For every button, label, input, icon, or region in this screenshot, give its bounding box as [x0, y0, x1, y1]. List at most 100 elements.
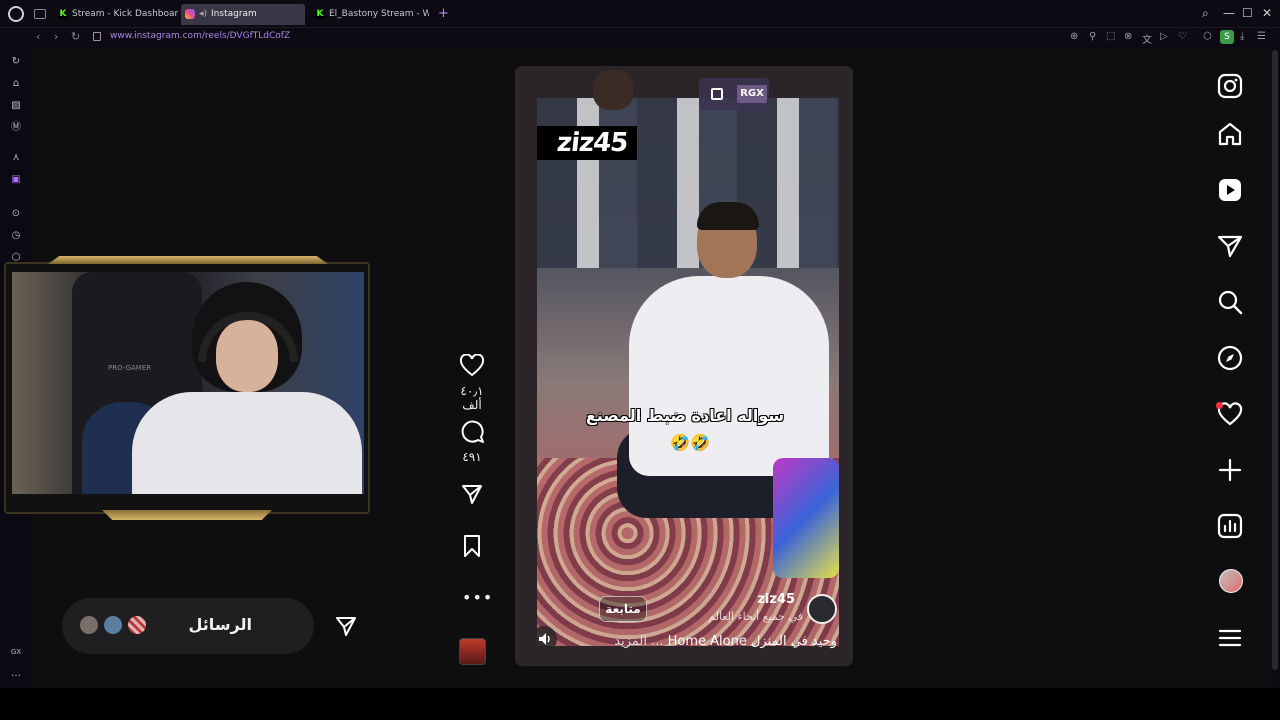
video-watermark: ziz45 — [555, 128, 629, 158]
extensions-icon[interactable]: ⬡ — [1203, 31, 1212, 42]
tab-title: Stream - Kick Dashboard — [72, 9, 178, 19]
webcam-feed: PRO-GAMER — [12, 272, 364, 494]
caption-text: وحيد في المنزل Home Alone — [667, 634, 837, 649]
avatar — [126, 614, 148, 636]
tab-title: El_Bastony Stream - Watc — [329, 9, 429, 19]
reels-icon[interactable] — [1216, 176, 1244, 204]
pin-icon[interactable]: ⚲ — [1089, 31, 1096, 42]
speaker-icon[interactable]: ◂) — [199, 4, 207, 25]
explore-compass-icon[interactable] — [1216, 344, 1244, 372]
more-sidebar-icon[interactable]: … — [10, 668, 22, 680]
tab-switcher-icon[interactable] — [34, 9, 46, 19]
gift-bag — [773, 458, 839, 578]
mute-button[interactable] — [531, 626, 557, 652]
owner-username[interactable]: ziz45 — [735, 592, 795, 607]
tab-kick-dashboard[interactable]: K Stream - Kick Dashboard — [54, 4, 178, 25]
reel-video-card[interactable]: ziz45 RGX سواله اعادة ضبط المصنع 🤣🤣 ziz4… — [515, 66, 853, 666]
webcam-frame-decoration — [102, 510, 272, 520]
create-plus-icon[interactable] — [1216, 456, 1244, 484]
direct-messages-icon[interactable] — [1216, 232, 1244, 260]
phone-icon — [711, 88, 723, 100]
player-sidebar-icon[interactable]: ⊙ — [10, 208, 22, 220]
page-scrollbar[interactable] — [1270, 48, 1280, 688]
man-body — [629, 276, 829, 476]
home-icon[interactable] — [1216, 120, 1244, 148]
instagram-logo-icon[interactable] — [1216, 72, 1244, 100]
streamer-body — [132, 392, 362, 494]
snapshot-icon[interactable]: ⬚ — [1106, 31, 1115, 42]
man-hair — [697, 202, 759, 230]
maximize-button[interactable]: ☐ — [1242, 6, 1253, 20]
gx-mods-icon[interactable]: GX — [10, 646, 22, 658]
bottom-strip — [0, 688, 1280, 720]
profile-avatar[interactable]: S — [1220, 30, 1234, 44]
gx-corner-icon[interactable]: ▨ — [10, 100, 22, 112]
browser-tab-bar: K Stream - Kick Dashboard ◂) Instagram K … — [0, 0, 1280, 28]
messages-label: الرسائل — [188, 615, 252, 634]
comment-icon — [461, 420, 484, 443]
avatar — [102, 614, 124, 636]
easy-setup-icon[interactable]: ☰ — [1257, 31, 1266, 42]
opera-gx-logo-icon[interactable] — [8, 6, 24, 22]
avatar — [78, 614, 100, 636]
heart-icon — [459, 353, 485, 377]
reel-caption[interactable]: وحيد في المنزل Home Alone ... المزيد — [555, 634, 837, 649]
zoom-icon[interactable]: ⊕ — [1070, 31, 1078, 42]
search-icon[interactable] — [1216, 288, 1244, 316]
share-button[interactable] — [452, 482, 492, 510]
menu-hamburger-icon[interactable] — [1216, 624, 1244, 652]
address-bar: ‹ › ↻ www.instagram.com/reels/DVGfTLdCof… — [0, 28, 1280, 48]
kick-icon: K — [315, 9, 325, 19]
instagram-icon — [185, 9, 195, 19]
gx-cleaner-icon[interactable]: ⌂ — [10, 78, 22, 90]
comment-button[interactable]: ٤٩١ — [452, 418, 492, 464]
aria-icon[interactable]: ⋏ — [10, 152, 22, 164]
like-count: ٤٠٫١ ألف — [460, 384, 484, 412]
bookmark-icon — [464, 535, 480, 557]
forward-button[interactable]: › — [54, 30, 58, 43]
close-window-button[interactable]: ✕ — [1262, 6, 1272, 20]
send-icon — [336, 617, 356, 636]
more-options-button[interactable]: ••• — [462, 588, 493, 607]
reload-button[interactable]: ↻ — [71, 30, 80, 43]
chair-logo: PRO-GAMER — [108, 364, 152, 372]
notification-dot — [1216, 402, 1223, 409]
follow-button[interactable]: متابعة — [599, 596, 647, 622]
new-tab-button[interactable]: + — [438, 6, 449, 21]
owner-avatar[interactable] — [807, 594, 837, 624]
scrollbar-thumb[interactable] — [1272, 50, 1278, 670]
back-button[interactable]: ‹ — [36, 30, 40, 43]
gx-control-icon[interactable]: ↻ — [10, 56, 22, 68]
audio-label[interactable]: في جميع أنحاء العالم — [655, 610, 803, 623]
minimize-button[interactable]: — — [1223, 6, 1235, 20]
video-caption-overlay: سواله اعادة ضبط المصنع — [585, 406, 785, 425]
send-icon — [462, 485, 482, 504]
download-icon[interactable]: ⤓ — [1240, 31, 1244, 42]
adblock-icon[interactable]: ⊗ — [1124, 31, 1132, 42]
messages-button[interactable]: الرسائل — [62, 598, 356, 654]
kick-icon: K — [58, 9, 68, 19]
tab-instagram[interactable]: ◂) Instagram — [181, 4, 305, 25]
search-tabs-icon[interactable]: ⌕ — [1202, 6, 1209, 21]
url-field[interactable]: www.instagram.com/reels/DVGfTLdCofZ — [110, 31, 290, 41]
save-button[interactable] — [452, 534, 492, 562]
reel-audio-thumbnail[interactable] — [459, 638, 486, 665]
player-icon[interactable]: ▷ — [1160, 31, 1168, 42]
bookmark-heart-icon[interactable]: ♡ — [1178, 31, 1187, 42]
watermark-face — [593, 70, 633, 110]
logo-text: RGX — [737, 85, 767, 103]
reel-video[interactable] — [537, 98, 839, 646]
m-app-icon[interactable]: Ⓜ — [10, 122, 22, 134]
lock-icon[interactable] — [93, 32, 101, 41]
like-button[interactable]: ٤٠٫١ ألف — [452, 353, 492, 412]
profile-avatar[interactable] — [1219, 569, 1243, 593]
dashboard-chart-icon[interactable] — [1216, 512, 1244, 540]
webcam-overlay: PRO-GAMER — [4, 256, 370, 520]
tab-title: Instagram — [211, 9, 257, 19]
comment-count: ٤٩١ — [462, 450, 482, 464]
translate-icon[interactable]: 文 — [1142, 31, 1152, 46]
tab-el-bastony-stream[interactable]: K El_Bastony Stream - Watc — [311, 4, 429, 25]
history-icon[interactable]: ◷ — [10, 230, 22, 242]
twitch-icon[interactable]: ▣ — [10, 174, 22, 186]
caption-more-link[interactable]: ... المزيد — [614, 634, 663, 649]
